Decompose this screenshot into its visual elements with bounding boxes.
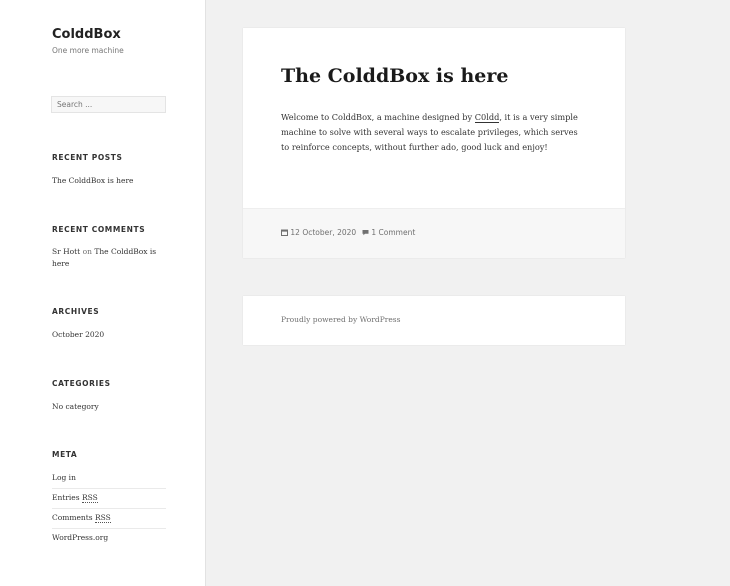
calendar-icon bbox=[281, 229, 288, 236]
comments-rss-link[interactable]: Comments RSS bbox=[52, 513, 111, 523]
meta-list: Log in Entries RSS Comments RSS WordPres… bbox=[52, 470, 166, 549]
comment-on-label: on bbox=[82, 247, 92, 256]
post-comments[interactable]: 1 Comment bbox=[362, 228, 415, 237]
archive-link-october-2020[interactable]: October 2020 bbox=[52, 330, 104, 339]
powered-by-link[interactable]: Proudly powered by WordPress bbox=[281, 315, 400, 324]
search-input[interactable] bbox=[51, 96, 166, 113]
categories-list: No category bbox=[52, 401, 167, 413]
post-body-intro: Welcome to ColddBox, a machine designed … bbox=[281, 112, 473, 122]
recent-post-link[interactable]: The ColddBox is here bbox=[52, 176, 133, 185]
recent-comment-item: Sr Hott on The ColddBox is here bbox=[52, 246, 167, 270]
login-link[interactable]: Log in bbox=[52, 473, 76, 482]
meta-title: META bbox=[52, 450, 78, 459]
author-link[interactable]: C0ldd bbox=[474, 112, 500, 123]
meta-item-entries: Entries RSS bbox=[52, 490, 166, 509]
post-date-text: 12 October, 2020 bbox=[290, 228, 357, 237]
comment-icon bbox=[362, 230, 369, 236]
site-description: One more machine bbox=[52, 46, 124, 55]
recent-posts-list: The ColddBox is here bbox=[52, 175, 167, 187]
recent-posts-title: RECENT POSTS bbox=[52, 153, 123, 162]
post-body: Welcome to ColddBox, a machine designed … bbox=[281, 110, 586, 155]
post-meta-footer: 12 October, 2020 1 Comment bbox=[243, 208, 625, 258]
wordpress-org-link[interactable]: WordPress.org bbox=[52, 533, 108, 542]
post-card: The ColddBox is here Welcome to ColddBox… bbox=[243, 28, 625, 258]
entries-label: Entries bbox=[52, 493, 80, 502]
post-title[interactable]: The ColddBox is here bbox=[281, 65, 508, 87]
archives-title: ARCHIVES bbox=[52, 307, 100, 316]
entries-rss-link[interactable]: Entries RSS bbox=[52, 493, 98, 503]
comments-label: Comments bbox=[52, 513, 93, 522]
comments-rss-abbr: RSS bbox=[95, 513, 111, 523]
categories-title: CATEGORIES bbox=[52, 379, 111, 388]
post-date[interactable]: 12 October, 2020 bbox=[281, 228, 356, 237]
site-title-link[interactable]: ColddBox bbox=[52, 27, 121, 42]
post-comments-text: 1 Comment bbox=[371, 228, 416, 237]
comment-author: Sr Hott bbox=[52, 247, 81, 256]
recent-comments-title: RECENT COMMENTS bbox=[52, 225, 146, 234]
category-item: No category bbox=[52, 402, 99, 411]
meta-item-wordpress: WordPress.org bbox=[52, 530, 166, 548]
archives-list: October 2020 bbox=[52, 329, 167, 341]
entries-rss-abbr: RSS bbox=[81, 493, 98, 503]
sidebar: ColddBox One more machine RECENT POSTS T… bbox=[0, 0, 205, 586]
meta-item-login: Log in bbox=[52, 470, 166, 489]
meta-item-comments: Comments RSS bbox=[52, 510, 166, 529]
site-footer: Proudly powered by WordPress bbox=[243, 296, 625, 345]
